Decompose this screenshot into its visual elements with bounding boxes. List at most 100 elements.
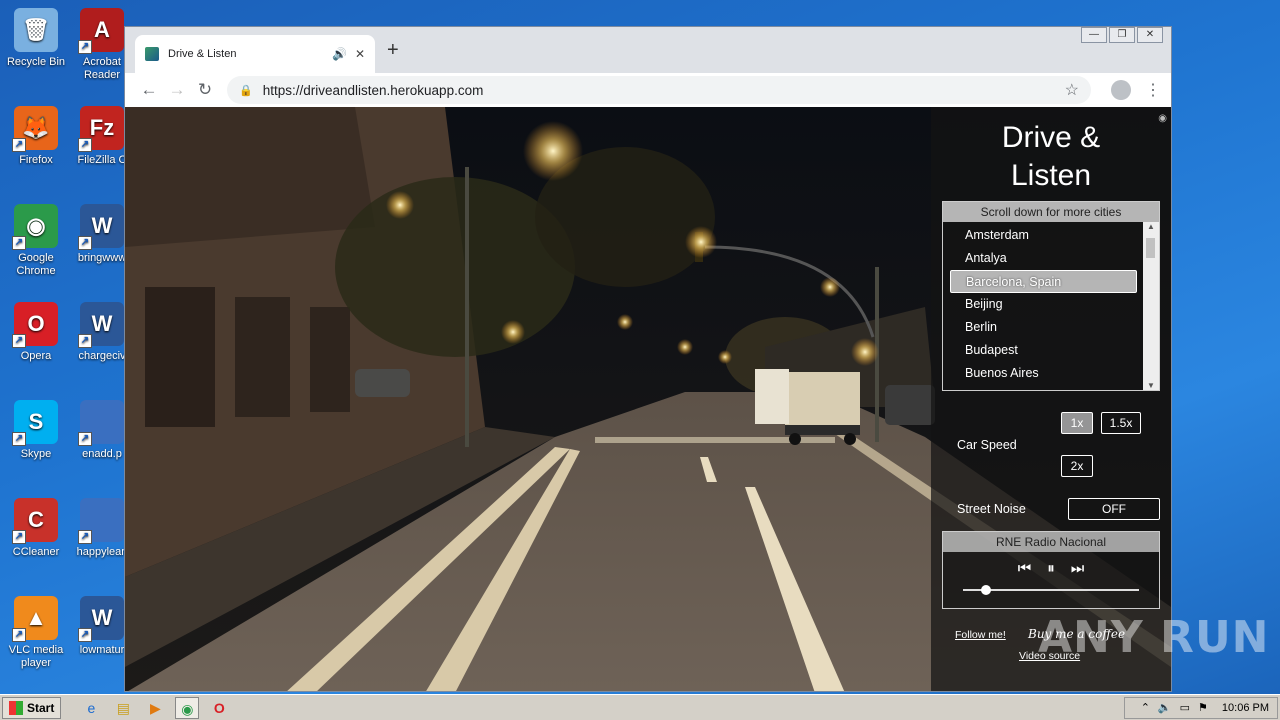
url-text[interactable]: https://driveandlisten.herokuapp.com — [263, 83, 484, 98]
volume-knob[interactable] — [980, 585, 991, 595]
pause-icon[interactable]: ⏸ — [1047, 560, 1055, 577]
network-tray-icon[interactable]: ▭ — [1180, 701, 1190, 714]
reload-icon[interactable]: ↻ — [191, 80, 219, 100]
shortcut-arrow-icon: ↗ — [78, 40, 92, 54]
shortcut-arrow-icon: ↗ — [78, 236, 92, 250]
new-tab-button[interactable]: + — [387, 39, 399, 62]
city-list-box: Scroll down for more cities Amsterdam Ant… — [942, 201, 1160, 391]
word-doc-icon: W ↗ — [78, 204, 124, 250]
opera-taskbar-icon[interactable]: O — [207, 697, 231, 719]
desktop-icon[interactable]: ◉ ↗ Google Chrome — [0, 204, 72, 278]
city-item[interactable]: Budapest — [950, 339, 1137, 362]
file-icon: ↗ — [78, 498, 124, 544]
close-tab-icon[interactable]: ✕ — [355, 47, 365, 61]
tab-title: Drive & Listen — [168, 48, 237, 60]
desktop-icon-label: CCleaner — [12, 546, 60, 558]
desktop-icon[interactable]: 🦊 ↗ Firefox — [0, 106, 72, 167]
shortcut-arrow-icon: ↗ — [12, 530, 26, 544]
back-arrow-icon[interactable]: ← — [135, 80, 163, 100]
desktop-icon[interactable]: C ↗ CCleaner — [0, 498, 72, 559]
lock-icon[interactable]: 🔒 — [239, 84, 253, 97]
desktop-icon[interactable]: S ↗ Skype — [0, 400, 72, 461]
internet-explorer-icon[interactable]: e — [79, 697, 103, 719]
city-item[interactable]: Beijing — [950, 293, 1137, 316]
browser-window: Drive & Listen 🔊 ✕ + — ❐ ✕ ← → ↻ 🔒 https… — [124, 26, 1172, 692]
previous-station-icon[interactable]: ⏮ — [1018, 560, 1032, 577]
city-list-scrollbar[interactable]: ▲ ▼ — [1143, 222, 1159, 390]
profile-avatar-icon[interactable] — [1111, 80, 1131, 100]
start-label: Start — [27, 700, 55, 715]
volume-tray-icon[interactable]: 🔈 — [1158, 701, 1172, 714]
tray-expand-icon[interactable]: ⌃ — [1141, 701, 1150, 714]
ccleaner-icon: C ↗ — [12, 498, 58, 544]
shortcut-arrow-icon: ↗ — [12, 432, 26, 446]
city-item[interactable]: Berlin — [950, 316, 1137, 339]
scroll-down-icon[interactable]: ▼ — [1143, 381, 1159, 390]
windows-flag-icon — [9, 700, 23, 715]
speed-1x-button[interactable]: 1x — [1061, 412, 1093, 434]
city-item[interactable]: Barcelona, Spain — [950, 270, 1137, 293]
desktop-icon-label: Google Chrome — [16, 252, 56, 277]
shortcut-arrow-icon: ↗ — [12, 628, 26, 642]
clock[interactable]: 10:06 PM — [1222, 702, 1269, 714]
media-player-icon[interactable]: ▶ — [143, 697, 167, 719]
chrome-icon: ◉ ↗ — [12, 204, 58, 250]
chrome-taskbar-icon[interactable]: ◉ — [175, 696, 200, 719]
next-station-icon[interactable]: ⏭ — [1071, 560, 1085, 577]
city-list: Amsterdam Antalya Barcelona, Spain Beijing B… — [943, 222, 1159, 385]
bookmark-star-icon[interactable]: ☆ — [1065, 80, 1079, 100]
app-title: Drive & Listen — [1001, 121, 1101, 192]
desktop-icon[interactable]: 🗑 Recycle Bin — [0, 8, 72, 69]
file-icon: ↗ — [78, 400, 124, 446]
shortcut-arrow-icon: ↗ — [78, 334, 92, 348]
follow-me-link[interactable]: Follow me! — [955, 629, 1006, 641]
shortcut-arrow-icon: ↗ — [78, 628, 92, 642]
desktop-icon-label: VLC media player — [8, 644, 64, 669]
desktop-icon-label: Firefox — [19, 154, 53, 166]
file-explorer-icon[interactable]: ▤ — [111, 697, 135, 719]
close-window-icon[interactable]: ✕ — [1137, 27, 1163, 43]
volume-slider[interactable] — [963, 585, 1139, 595]
shortcut-arrow-icon: ↗ — [12, 334, 26, 348]
radio-controls: ⏮ ⏸ ⏭ — [943, 560, 1159, 577]
browser-tab[interactable]: Drive & Listen 🔊 ✕ — [135, 35, 375, 73]
speed-2x-button[interactable]: 2x — [1061, 455, 1093, 477]
radio-player: RNE Radio Nacional ⏮ ⏸ ⏭ — [942, 531, 1160, 609]
address-bar[interactable]: 🔒 https://driveandlisten.herokuapp.com ☆ — [227, 76, 1091, 104]
shortcut-arrow-icon: ↗ — [78, 432, 92, 446]
scroll-up-icon[interactable]: ▲ — [1143, 222, 1159, 231]
city-item[interactable]: Antalya — [950, 247, 1137, 270]
action-center-flag-icon[interactable]: ⚑ — [1198, 701, 1208, 714]
forward-arrow-icon[interactable]: → — [163, 80, 191, 100]
system-tray: ⌃ 🔈 ▭ ⚑ 10:06 PM — [1123, 696, 1278, 719]
web-page: ◉ Drive & Listen Scroll down for more ci… — [125, 107, 1171, 691]
street-noise-toggle[interactable]: OFF — [1068, 498, 1160, 520]
control-panel: ◉ Drive & Listen Scroll down for more ci… — [931, 107, 1171, 691]
hide-panel-eye-icon[interactable]: ◉ — [1158, 113, 1167, 124]
anyrun-watermark: ANY RUN — [1038, 612, 1270, 663]
street-noise-label: Street Noise — [957, 502, 1026, 516]
desktop-icon[interactable]: ▲ ↗ VLC media player — [0, 596, 72, 670]
city-list-header: Scroll down for more cities — [943, 202, 1159, 222]
car-speed-label: Car Speed — [957, 438, 1017, 452]
minimize-icon[interactable]: — — [1081, 27, 1107, 43]
shortcut-arrow-icon: ↗ — [78, 138, 92, 152]
speed-1-5x-button[interactable]: 1.5x — [1101, 412, 1141, 434]
taskbar: Start e ▤ ▶ ◉ O ⌃ 🔈 ▭ ⚑ 10:06 PM — [0, 694, 1280, 720]
shortcut-arrow-icon: ↗ — [78, 530, 92, 544]
browser-menu-icon[interactable]: ⋮ — [1145, 80, 1161, 100]
city-item[interactable]: Amsterdam — [950, 224, 1137, 247]
shortcut-arrow-icon: ↗ — [12, 236, 26, 250]
word-doc-icon: W ↗ — [78, 596, 124, 642]
restore-icon[interactable]: ❐ — [1109, 27, 1135, 43]
city-item[interactable]: Buenos Aires — [950, 362, 1137, 385]
desktop-icon[interactable]: O ↗ Opera — [0, 302, 72, 363]
window-controls: — ❐ ✕ — [1079, 27, 1163, 43]
scroll-thumb[interactable] — [1146, 238, 1155, 258]
acrobat-icon: A ↗ — [78, 8, 124, 54]
radio-station-name: RNE Radio Nacional — [943, 532, 1159, 552]
skype-icon: S ↗ — [12, 400, 58, 446]
start-button[interactable]: Start — [2, 696, 62, 719]
audio-playing-icon[interactable]: 🔊 — [332, 47, 347, 61]
opera-icon: O ↗ — [12, 302, 58, 348]
